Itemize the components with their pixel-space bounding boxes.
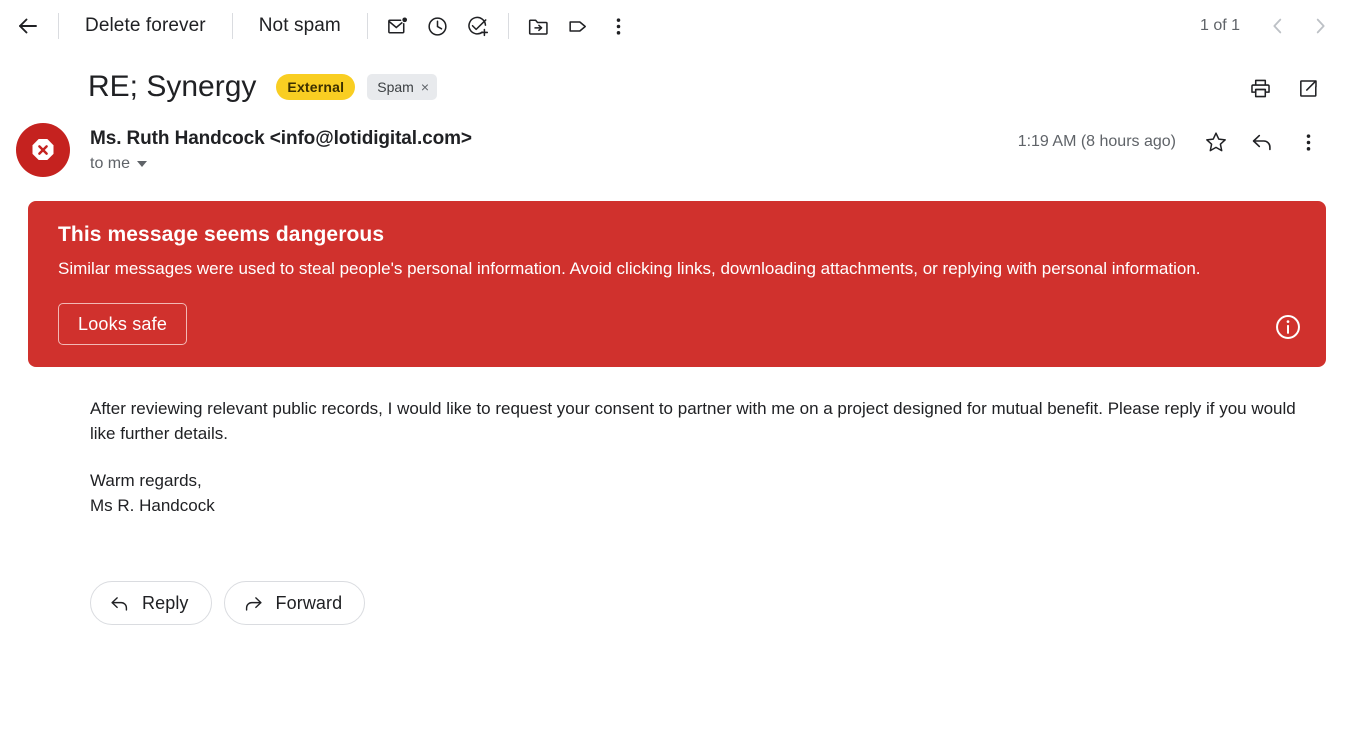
toolbar-divider bbox=[507, 13, 509, 39]
toolbar-left-group: Delete forever Not spam bbox=[8, 6, 639, 46]
dangerous-message-banner: This message seems dangerous Similar mes… bbox=[28, 201, 1326, 368]
mark-as-unread-icon[interactable] bbox=[378, 6, 418, 46]
looks-safe-button[interactable]: Looks safe bbox=[58, 303, 188, 346]
recipient-expander[interactable]: to me bbox=[90, 155, 148, 173]
forward-button[interactable]: Forward bbox=[223, 581, 366, 626]
label-chip-spam[interactable]: Spam × bbox=[367, 74, 438, 100]
forward-arrow-icon bbox=[245, 596, 262, 611]
status-badge-external: External bbox=[276, 74, 356, 100]
message-body: After reviewing relevant public records,… bbox=[0, 367, 1330, 519]
more-options-icon[interactable] bbox=[599, 6, 639, 46]
toolbar-divider bbox=[231, 13, 233, 39]
reply-arrow-icon[interactable] bbox=[1242, 122, 1282, 162]
add-to-tasks-icon[interactable] bbox=[458, 6, 498, 46]
message-actions-group: 1:19 AM (8 hours ago) bbox=[1018, 122, 1328, 162]
info-icon[interactable] bbox=[1274, 313, 1302, 341]
message-timestamp: 1:19 AM (8 hours ago) bbox=[1017, 133, 1176, 150]
body-signoff: Warm regards, bbox=[90, 471, 202, 491]
open-in-new-window-icon[interactable] bbox=[1288, 68, 1328, 108]
subject-actions-group bbox=[1240, 68, 1328, 108]
danger-x-icon bbox=[32, 139, 54, 161]
toolbar-right-group: 1 of 1 bbox=[1200, 0, 1340, 52]
not-spam-button[interactable]: Not spam bbox=[243, 6, 357, 46]
remove-label-close-icon[interactable]: × bbox=[421, 80, 429, 94]
subject-row: RE; Synergy External Spam × bbox=[0, 52, 1350, 110]
body-paragraph: After reviewing relevant public records,… bbox=[90, 399, 1296, 444]
newer-chevron-left-icon[interactable] bbox=[1258, 6, 1298, 46]
toolbar-divider bbox=[366, 13, 368, 39]
labels-tag-icon[interactable] bbox=[559, 6, 599, 46]
banner-description: Similar messages were used to steal peop… bbox=[58, 259, 1201, 278]
body-signature: Ms R. Handcock bbox=[90, 496, 215, 516]
email-toolbar: Delete forever Not spam 1 of 1 bbox=[0, 0, 1350, 52]
back-icon[interactable] bbox=[8, 6, 48, 46]
reply-button-label: Reply bbox=[142, 592, 189, 613]
sender-meta: Ms. Ruth Handcock <info@lotidigital.com>… bbox=[90, 124, 472, 173]
older-chevron-right-icon[interactable] bbox=[1300, 6, 1340, 46]
reply-button[interactable]: Reply bbox=[90, 581, 212, 626]
toolbar-divider bbox=[58, 13, 59, 39]
page-count-label: 1 of 1 bbox=[1199, 17, 1240, 34]
chevron-down-icon bbox=[137, 161, 148, 167]
label-chip-spam-text: Spam bbox=[377, 79, 414, 95]
page-title: RE; Synergy bbox=[88, 70, 257, 103]
print-icon[interactable] bbox=[1240, 68, 1280, 108]
message-more-options-icon[interactable] bbox=[1288, 122, 1328, 162]
sender-row: Ms. Ruth Handcock <info@lotidigital.com>… bbox=[0, 110, 1350, 177]
recipient-label: to me bbox=[90, 155, 131, 172]
message-action-buttons: Reply Forward bbox=[0, 519, 1350, 626]
move-to-folder-icon[interactable] bbox=[519, 6, 559, 46]
banner-title: This message seems dangerous bbox=[58, 223, 385, 246]
reply-arrow-icon bbox=[111, 596, 128, 611]
delete-forever-button[interactable]: Delete forever bbox=[69, 6, 222, 46]
snooze-icon[interactable] bbox=[418, 6, 458, 46]
forward-button-label: Forward bbox=[275, 592, 343, 613]
sender-name: Ms. Ruth Handcock <info@lotidigital.com> bbox=[90, 128, 472, 149]
star-icon[interactable] bbox=[1196, 122, 1236, 162]
avatar bbox=[16, 123, 70, 177]
